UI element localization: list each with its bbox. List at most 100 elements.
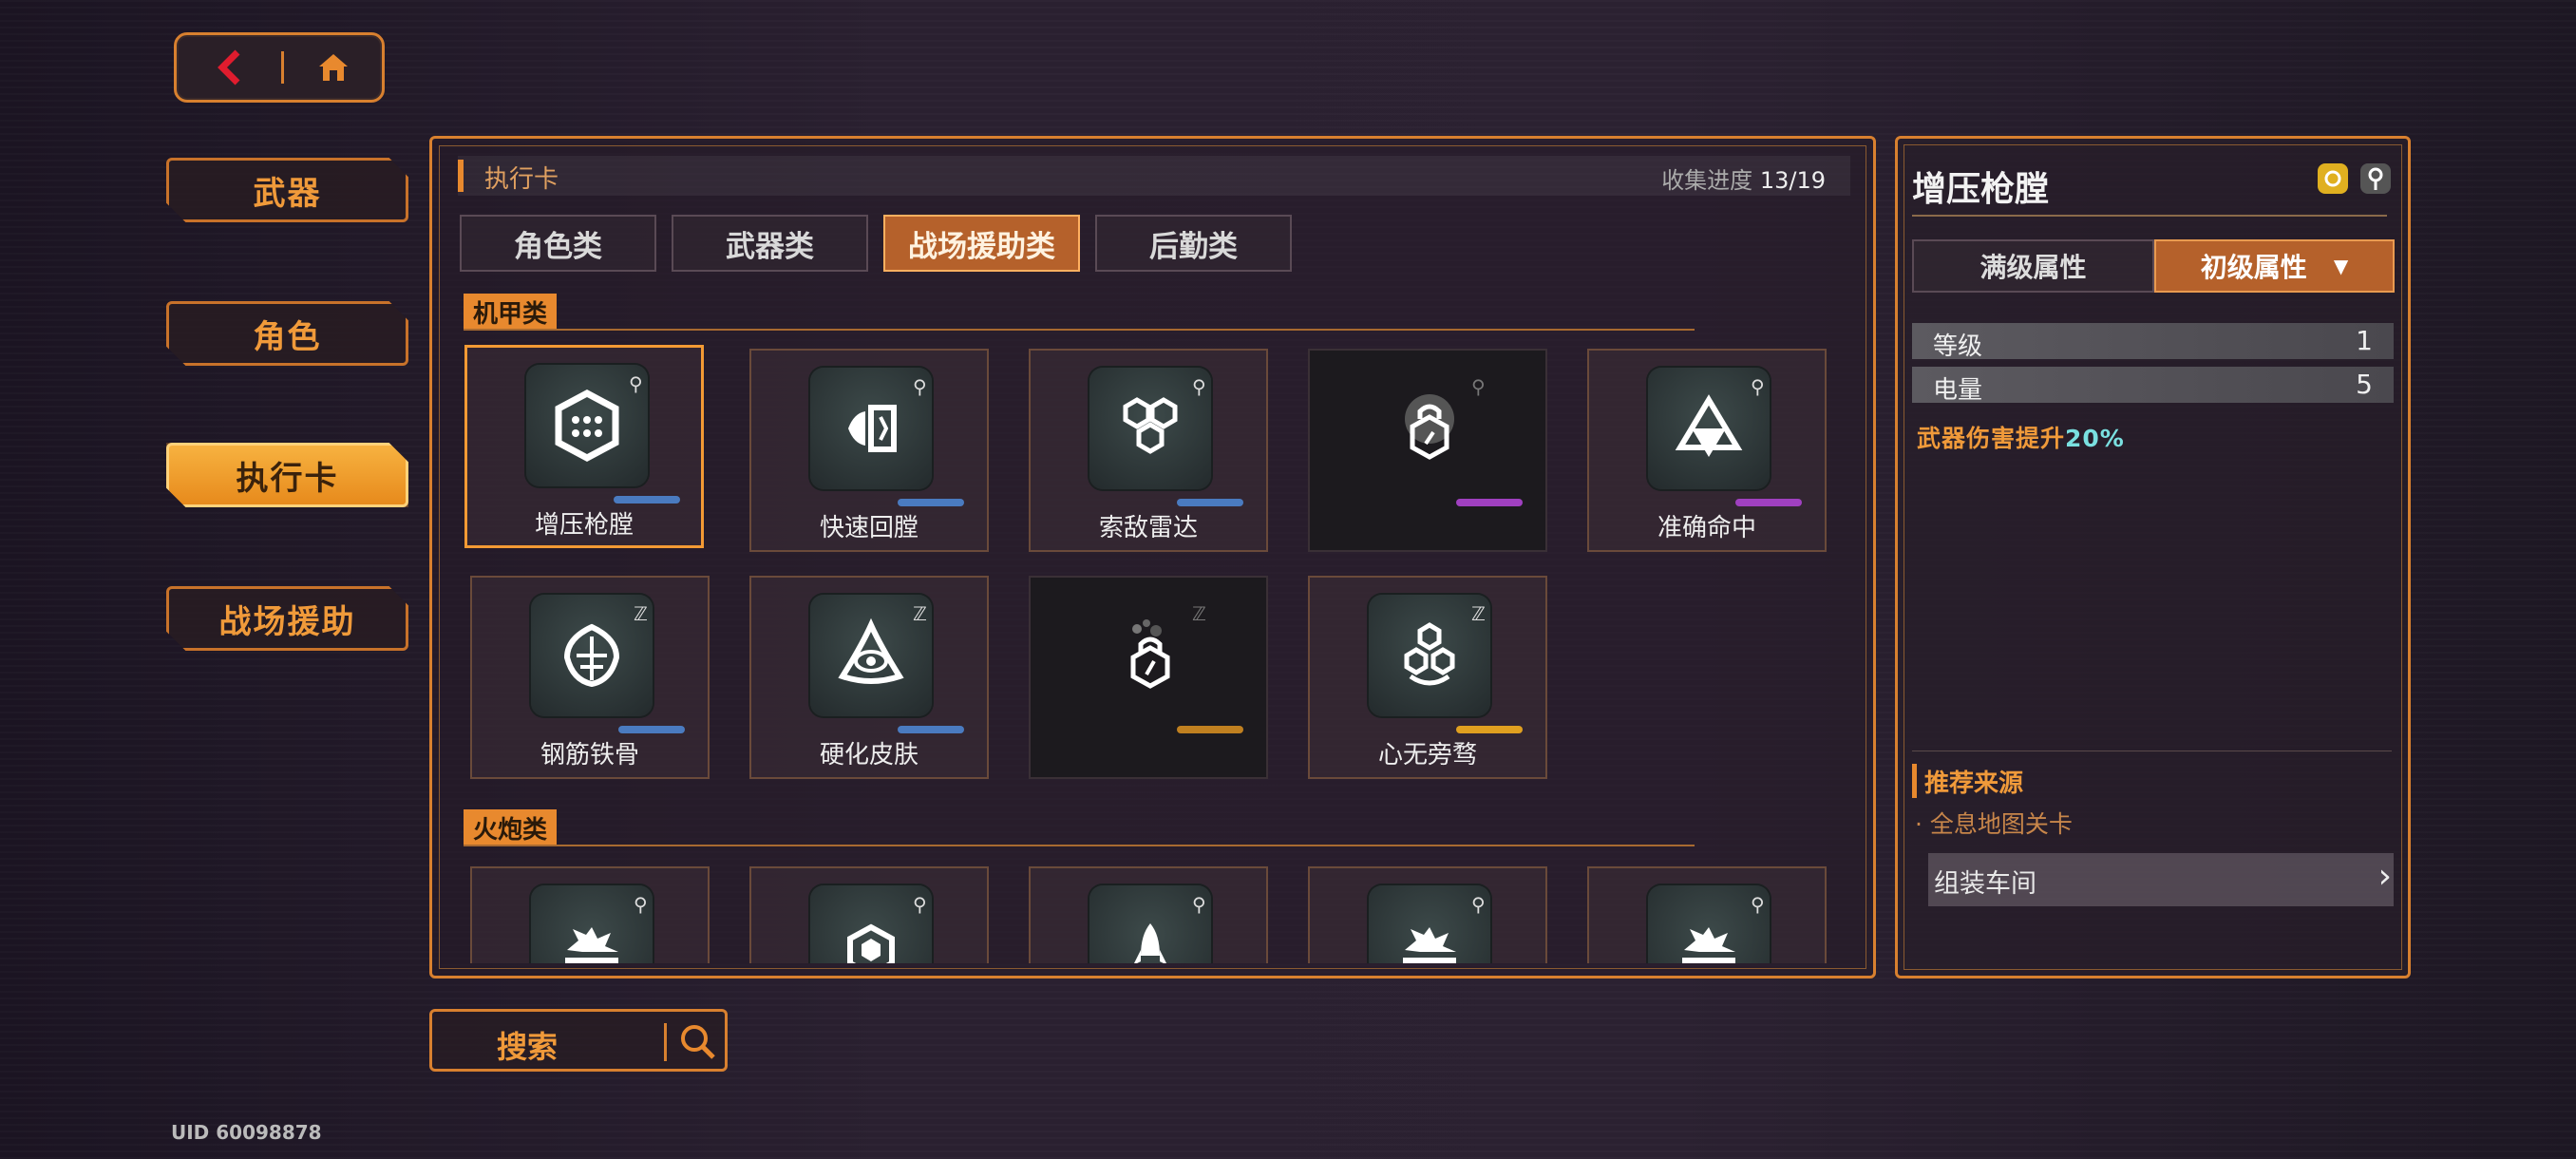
pin-icon: ⚲	[913, 893, 927, 916]
rarity-bar	[1735, 499, 1802, 506]
hex-shield-icon	[847, 923, 895, 963]
dropdown-arrow-icon: ▼	[2333, 255, 2349, 277]
back-arrow-icon	[218, 49, 240, 86]
initial-attributes-dropdown[interactable]: 初级属性 ▼	[2154, 239, 2395, 293]
lock-icon	[1405, 394, 1454, 460]
card-locked[interactable]: ⚲	[1308, 349, 1547, 552]
card-label: 心无旁骛	[1377, 741, 1477, 770]
rarity-bar	[618, 726, 685, 733]
recommended-source-item: · 全息地图关卡	[1915, 810, 2073, 838]
search-icon[interactable]	[677, 1021, 717, 1061]
rarity-bar	[1177, 726, 1243, 733]
detail-title: 增压枪膛	[1912, 170, 2050, 209]
stat-value: 1	[2356, 325, 2373, 356]
card-label: 快速回膛	[819, 514, 919, 542]
search-box[interactable]: 搜索	[429, 1009, 728, 1072]
speaker-wave-icon	[848, 405, 897, 452]
z-badge-icon: ℤ	[1471, 602, 1486, 625]
stat-key: 电量	[1933, 376, 1983, 405]
effect-text: 武器伤害提升	[1917, 425, 2066, 452]
side-menu-execution-cards[interactable]: 执行卡	[166, 443, 408, 507]
effect-value: 20%	[2065, 425, 2125, 452]
stat-value: 5	[2356, 369, 2373, 400]
lock-icon	[1130, 619, 1170, 689]
card-artillery[interactable]: ⚲	[1029, 866, 1268, 963]
stat-row-power: 电量 5	[1912, 367, 2394, 405]
card-artillery[interactable]: ⚲	[470, 866, 710, 963]
panel-header: 执行卡 收集进度 13/19	[458, 156, 1850, 196]
eye-triangle-icon	[838, 618, 904, 684]
pin-icon: ⚲	[1751, 893, 1765, 916]
side-menu-characters[interactable]: 角色	[166, 301, 408, 366]
home-icon	[318, 54, 348, 81]
stat-row-level: 等级 1	[1912, 323, 2394, 361]
explosion-cannon-icon	[565, 927, 618, 963]
stat-key: 等级	[1933, 332, 1983, 361]
rocket-icon	[1134, 923, 1166, 963]
artillery-card-row: ⚲ ⚲ ⚲ ⚲ ⚲	[441, 863, 1866, 963]
card-label: 索敌雷达	[1098, 514, 1198, 542]
user-id: UID 60098878	[171, 1121, 322, 1144]
chevron-right-icon: ›	[2377, 857, 2392, 896]
panel-title: 执行卡	[484, 165, 559, 194]
recommended-source-title: 推荐来源	[1912, 764, 2023, 798]
section-label-mech: 机甲类	[464, 294, 558, 330]
back-button[interactable]	[177, 35, 281, 100]
section-divider	[464, 329, 1695, 331]
pin-icon: ⚲	[913, 375, 927, 398]
tab-weapon[interactable]: 武器类	[672, 215, 868, 272]
pin-icon: ⚲	[1751, 375, 1765, 398]
card-enemy-radar[interactable]: ⚲ 索敌雷达	[1029, 349, 1268, 552]
progress-value: 13/19	[1759, 167, 1826, 194]
progress-label: 收集进度	[1661, 167, 1760, 194]
rarity-bar	[1177, 499, 1243, 506]
card-artillery[interactable]: ⚲	[1587, 866, 1827, 963]
assembly-workshop-label: 组装车间	[1934, 869, 2036, 899]
shell-shield-icon	[563, 623, 620, 688]
z-badge-icon: ℤ	[1192, 602, 1206, 625]
search-label: 搜索	[496, 1029, 558, 1065]
card-label: 钢筋铁骨	[540, 741, 639, 770]
section-divider	[464, 845, 1695, 846]
triangle-target-icon	[1675, 394, 1743, 457]
card-accurate-hit[interactable]: ⚲ 准确命中	[1587, 349, 1827, 552]
tab-logistics[interactable]: 后勤类	[1095, 215, 1292, 272]
rarity-bar	[1456, 726, 1523, 733]
pin-icon: ⚲	[1192, 375, 1206, 398]
initial-attributes-label: 初级属性	[2200, 252, 2307, 283]
z-badge-icon: ℤ	[913, 602, 927, 625]
tab-character[interactable]: 角色类	[460, 215, 656, 272]
side-menu-weapons[interactable]: 武器	[166, 158, 408, 222]
explosion-cannon-icon	[1403, 927, 1456, 963]
card-boost-chamber[interactable]: ⚲ 增压枪膛	[464, 345, 704, 548]
card-label: 准确命中	[1657, 514, 1756, 542]
home-button[interactable]	[284, 51, 382, 84]
card-artillery[interactable]: ⚲	[1308, 866, 1547, 963]
card-label: 硬化皮肤	[819, 741, 919, 770]
effect-description: 武器伤害提升20%	[1917, 420, 2125, 454]
card-focused-mind[interactable]: ℤ 心无旁骛	[1308, 576, 1547, 779]
hexagon-grid-icon	[555, 390, 619, 462]
pin-icon: ⚲	[1192, 893, 1206, 916]
header-accent-bar	[458, 160, 464, 192]
section-label-artillery: 火炮类	[464, 809, 558, 846]
card-hardened-skin[interactable]: ℤ 硬化皮肤	[749, 576, 989, 779]
collection-progress: 收集进度 13/19	[1661, 162, 1826, 195]
assembly-workshop-button[interactable]: 组装车间 ›	[1928, 853, 2394, 906]
hex-cluster-icon	[1404, 622, 1455, 686]
rarity-bar	[898, 499, 964, 506]
pin-icon: ⚲	[1471, 893, 1486, 916]
pin-icon: ⚲	[629, 372, 643, 395]
card-steel-bones[interactable]: ℤ 钢筋铁骨	[470, 576, 710, 779]
card-artillery[interactable]: ⚲	[749, 866, 989, 963]
side-menu-battlefield-support[interactable]: 战场援助	[166, 586, 408, 651]
card-quick-reload[interactable]: ⚲ 快速回膛	[749, 349, 989, 552]
top-nav	[174, 32, 385, 103]
card-locked[interactable]: ℤ	[1029, 576, 1268, 779]
max-level-attributes-button[interactable]: 满级属性	[1912, 239, 2154, 293]
gear-badge-icon	[2318, 163, 2348, 194]
pin-icon[interactable]	[2360, 163, 2391, 194]
detail-divider	[1912, 215, 2387, 217]
pin-icon: ⚲	[634, 893, 648, 916]
tab-battlefield-support[interactable]: 战场援助类	[883, 215, 1080, 272]
